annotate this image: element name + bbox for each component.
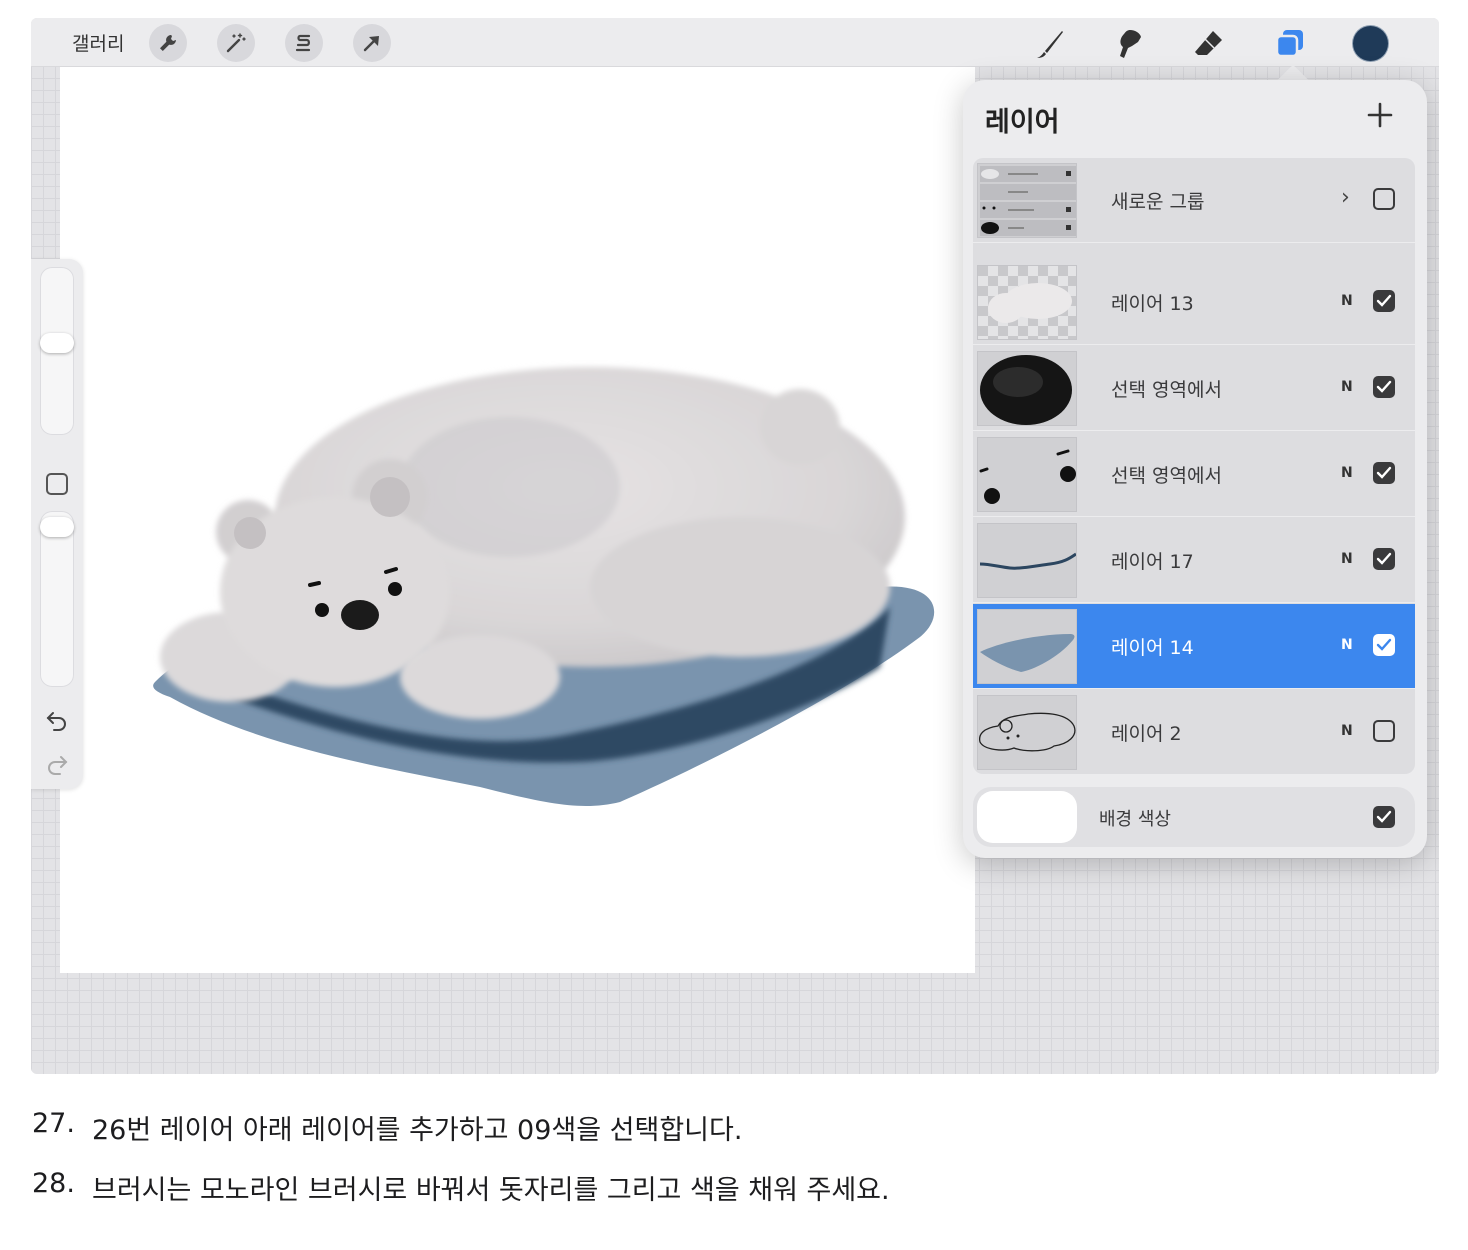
visibility-checkbox[interactable] [1373, 548, 1395, 570]
undo-icon[interactable] [45, 709, 69, 735]
layer-row[interactable]: 레이어 13 N [973, 260, 1415, 345]
bear-illustration [153, 367, 935, 807]
step-text: 26번 레이어 아래 레이어를 추가하고 09색을 선택합니다. [92, 1115, 743, 1146]
layer-list: 새로운 그룹 › 레이어 13 N 선택 영역에서 N 선택 영역에서 N 레이… [973, 158, 1415, 774]
layer-row-selected[interactable]: 레이어 14 N [973, 604, 1415, 689]
visibility-checkbox[interactable] [1373, 634, 1395, 656]
layer-name: 레이어 14 [1111, 637, 1194, 659]
layer-name: 레이어 13 [1111, 293, 1194, 315]
visibility-checkbox[interactable] [1373, 290, 1395, 312]
bear-ear-inner [370, 477, 410, 517]
panel-title: 레이어 [985, 107, 1060, 138]
procreate-app: 갤러리 레이어 새로운 그룹 › 레이어 13 N 선택 영역에서 N 선택 영… [31, 18, 1439, 1074]
bear-nose [341, 600, 379, 630]
blend-mode-label[interactable]: N [1341, 637, 1353, 653]
background-swatch [977, 791, 1077, 843]
drawing-canvas[interactable] [60, 67, 975, 973]
bear-eye [315, 603, 329, 617]
visibility-checkbox[interactable] [1373, 806, 1395, 828]
left-sidebar [31, 259, 83, 789]
visibility-checkbox[interactable] [1373, 376, 1395, 398]
visibility-checkbox[interactable] [1373, 720, 1395, 742]
color-picker-button[interactable] [1353, 26, 1388, 61]
step-number: 27. [32, 1108, 75, 1139]
layer-name: 새로운 그룹 [1111, 191, 1205, 213]
eraser-icon[interactable] [1189, 24, 1229, 64]
layer-thumbnail [977, 695, 1077, 770]
blend-mode-label[interactable]: N [1341, 379, 1353, 395]
layer-name: 레이어 17 [1111, 551, 1194, 573]
layer-thumbnail [977, 609, 1077, 684]
visibility-checkbox[interactable] [1373, 188, 1395, 210]
step-text: 브러시는 모노라인 브러시로 바꿔서 돗자리를 그리고 색을 채워 주세요. [92, 1175, 890, 1206]
opacity-thumb[interactable] [40, 517, 74, 537]
magic-wand-icon[interactable] [217, 24, 255, 62]
layer-row[interactable]: 선택 영역에서 N [973, 432, 1415, 517]
blend-mode-label[interactable]: N [1341, 551, 1353, 567]
blend-mode-label[interactable]: N [1341, 723, 1353, 739]
group-thumbnail [977, 163, 1077, 238]
layer-row[interactable]: 선택 영역에서 N [973, 346, 1415, 431]
bear-eye [388, 582, 402, 596]
wrench-icon[interactable] [149, 24, 187, 62]
layers-icon[interactable] [1270, 24, 1310, 64]
modify-button[interactable] [46, 473, 68, 495]
top-toolbar: 갤러리 [31, 18, 1439, 67]
chevron-right-icon[interactable]: › [1341, 185, 1350, 210]
layer-name: 선택 영역에서 [1111, 379, 1222, 401]
selection-s-icon[interactable] [285, 24, 323, 62]
layers-panel: 레이어 새로운 그룹 › 레이어 13 N 선택 영역에서 N 선택 영역에서 … [963, 80, 1427, 858]
plus-icon[interactable] [1363, 98, 1397, 132]
layer-row-group[interactable]: 새로운 그룹 › [973, 158, 1415, 243]
bear-brow [308, 581, 321, 587]
layer-thumbnail [977, 523, 1077, 598]
visibility-checkbox[interactable] [1373, 462, 1395, 484]
transform-arrow-icon[interactable] [353, 24, 391, 62]
layer-thumbnail [977, 351, 1077, 426]
background-color-row[interactable]: 배경 색상 [973, 787, 1415, 847]
layer-name: 레이어 2 [1111, 723, 1182, 745]
bear-ear-inner [234, 517, 266, 549]
step-number: 28. [32, 1168, 75, 1199]
opacity-slider[interactable] [40, 511, 74, 687]
brush-size-thumb[interactable] [40, 333, 74, 353]
background-label: 배경 색상 [1099, 809, 1171, 830]
redo-icon[interactable] [45, 753, 69, 779]
blend-mode-label[interactable]: N [1341, 293, 1353, 309]
smudge-icon[interactable] [1109, 24, 1149, 64]
brush-size-slider[interactable] [40, 267, 74, 435]
layer-name: 선택 영역에서 [1111, 465, 1222, 487]
blend-mode-label[interactable]: N [1341, 465, 1353, 481]
layer-thumbnail [977, 437, 1077, 512]
brush-icon[interactable] [1029, 24, 1069, 64]
layer-row[interactable]: 레이어 17 N [973, 518, 1415, 603]
layer-row[interactable]: 레이어 2 N [973, 690, 1415, 774]
gallery-button[interactable]: 갤러리 [72, 29, 124, 56]
layer-thumbnail [977, 265, 1077, 340]
